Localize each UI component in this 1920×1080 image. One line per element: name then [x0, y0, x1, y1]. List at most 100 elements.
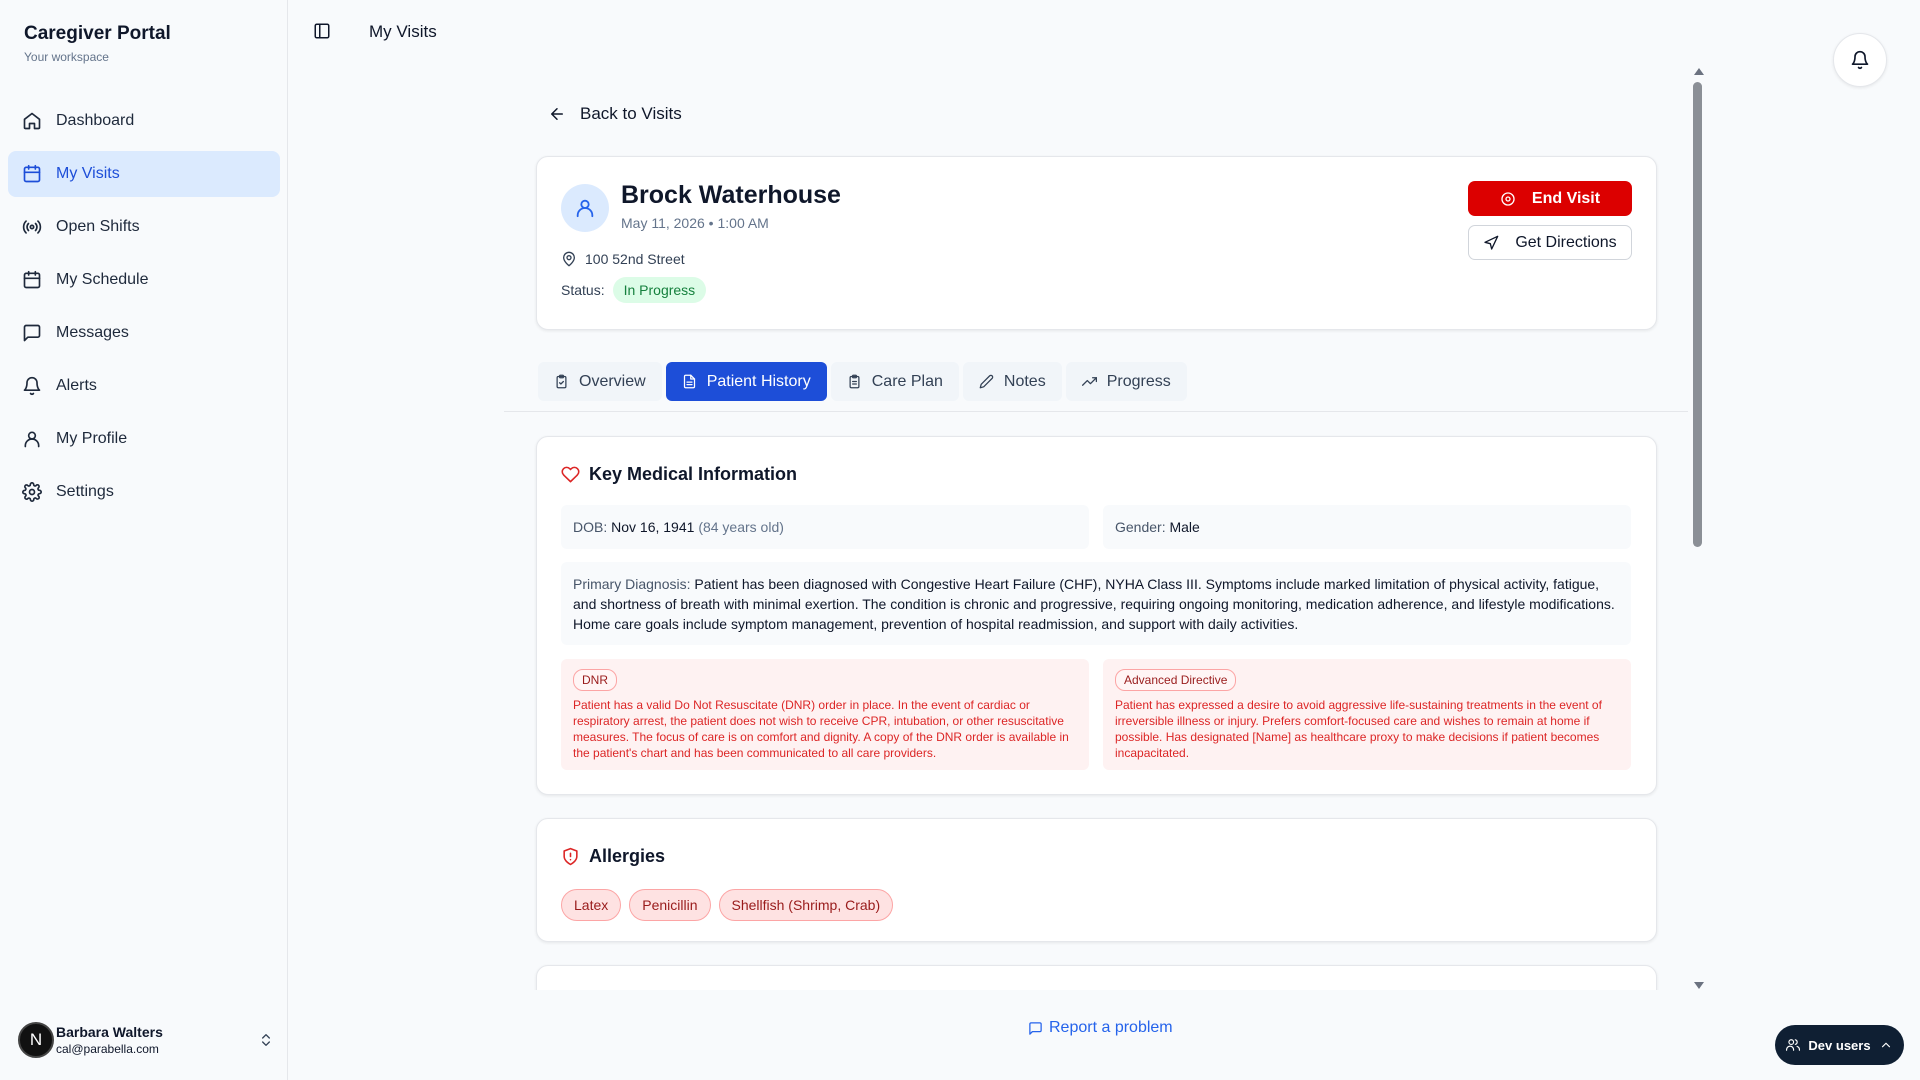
tab-notes[interactable]: Notes	[962, 362, 1062, 401]
tab-label: Notes	[1003, 372, 1046, 390]
primary-diagnosis: Primary Diagnosis: Patient has been diag…	[561, 562, 1631, 645]
allergy-chip: Shellfish (Shrimp, Crab)	[718, 889, 894, 921]
user-icon	[576, 199, 594, 218]
scroll-up-arrow-icon[interactable]	[1694, 68, 1704, 75]
scroll-down-arrow-icon[interactable]	[1694, 982, 1704, 989]
dev-users-button[interactable]: Dev users	[1775, 1025, 1904, 1065]
sidebar-item-label: My Visits	[56, 165, 120, 182]
dnr-tag: DNR	[573, 669, 617, 691]
sidebar-item-label: My Schedule	[56, 271, 149, 288]
tab-patient-history[interactable]: Patient History	[665, 362, 827, 401]
allergy-chip: Latex	[561, 889, 622, 921]
tabs: Overview Patient History Care Plan Notes…	[538, 362, 1191, 401]
tab-overview[interactable]: Overview	[538, 362, 662, 401]
gear-icon	[22, 482, 42, 502]
sidebar-item-label: Open Shifts	[56, 218, 140, 235]
main-content: Back to Visits Brock Waterhouse May 11, …	[504, 90, 1688, 990]
sidebar-item-messages[interactable]: Messages	[8, 310, 280, 356]
dnr-text: Patient has a valid Do Not Resuscitate (…	[573, 698, 1069, 760]
status-label: Status:	[561, 282, 605, 298]
clipboard-icon	[556, 374, 567, 389]
report-problem-link[interactable]: Report a problem	[1028, 1019, 1173, 1037]
notifications-button[interactable]	[1833, 33, 1887, 87]
tab-label: Progress	[1106, 372, 1171, 390]
diagnosis-label: Primary Diagnosis:	[573, 576, 691, 592]
sidebar-item-label: Settings	[56, 483, 114, 500]
tab-label: Overview	[579, 372, 646, 390]
stop-circle-icon	[1501, 191, 1515, 206]
allergy-chip: Penicillin	[629, 889, 711, 921]
tab-care-plan[interactable]: Care Plan	[830, 362, 959, 401]
sidebar-toggle-icon[interactable]	[313, 22, 331, 40]
tab-progress[interactable]: Progress	[1065, 362, 1187, 401]
diagnosis-text: Patient has been diagnosed with Congesti…	[573, 576, 1615, 632]
back-label: Back to Visits	[580, 104, 682, 123]
user-icon	[22, 429, 42, 449]
brand: Caregiver Portal Your workspace	[24, 23, 171, 64]
medical-title: Key Medical Information	[589, 464, 798, 484]
broadcast-icon	[22, 217, 42, 237]
status-badge: In Progress	[612, 277, 707, 303]
heart-icon	[561, 466, 580, 483]
map-pin-icon	[563, 251, 575, 267]
brand-title: Caregiver Portal	[24, 23, 171, 44]
back-to-visits-link[interactable]: Back to Visits	[548, 104, 682, 124]
sidebar-item-label: My Profile	[56, 430, 128, 447]
sidebar-item-my-visits[interactable]: My Visits	[8, 151, 280, 197]
dob-label: DOB:	[573, 519, 608, 535]
visit-status: Status: In Progress	[561, 277, 707, 303]
tab-bar: Overview Patient History Care Plan Notes…	[504, 362, 1688, 412]
sidebar-item-settings[interactable]: Settings	[8, 469, 280, 515]
flag-message-icon	[1029, 1021, 1042, 1035]
dob-value: Nov 16, 1941	[611, 519, 695, 535]
user-info: Barbara Walters cal@parabella.com	[56, 1024, 258, 1056]
gender-field: Gender: Male	[1103, 505, 1631, 549]
sidebar: Caregiver Portal Your workspace Dashboar…	[0, 0, 288, 1080]
users-icon	[1786, 1039, 1801, 1051]
sidebar-item-open-shifts[interactable]: Open Shifts	[8, 204, 280, 250]
user-name: Barbara Walters	[56, 1024, 163, 1040]
clipboard-list-icon	[849, 374, 860, 389]
patient-card: Brock Waterhouse May 11, 2026 • 1:00 AM …	[536, 156, 1657, 330]
user-menu[interactable]: N Barbara Walters cal@parabella.com	[18, 1022, 274, 1058]
calendar-icon	[22, 164, 42, 184]
patient-name: Brock Waterhouse	[621, 181, 841, 209]
end-visit-button[interactable]: End Visit	[1468, 181, 1632, 216]
bell-icon	[1851, 50, 1869, 70]
brand-subtitle: Your workspace	[24, 50, 109, 64]
sidebar-item-my-profile[interactable]: My Profile	[8, 416, 280, 462]
page-title: My Visits	[369, 22, 437, 41]
sidebar-item-label: Dashboard	[56, 112, 135, 129]
sidebar-item-dashboard[interactable]: Dashboard	[8, 98, 280, 144]
sidebar-item-alerts[interactable]: Alerts	[8, 363, 280, 409]
document-icon	[683, 374, 695, 389]
user-email: cal@parabella.com	[56, 1042, 159, 1056]
gender-label: Gender:	[1115, 519, 1166, 535]
card-title: Key Medical Information	[561, 464, 797, 485]
tab-label: Care Plan	[871, 372, 943, 390]
dev-users-label: Dev users	[1808, 1037, 1871, 1053]
allergies-title: Allergies	[589, 846, 666, 866]
dob-field: DOB: Nov 16, 1941 (84 years old)	[561, 505, 1089, 549]
advanced-directive-tag: Advanced Directive	[1115, 669, 1237, 691]
directions-label: Get Directions	[1515, 233, 1617, 251]
avatar: N	[18, 1022, 54, 1058]
message-icon	[22, 323, 42, 343]
dnr-alert: DNR Patient has a valid Do Not Resuscita…	[561, 659, 1089, 770]
advanced-directive-alert: Advanced Directive Patient has expressed…	[1103, 659, 1631, 770]
next-card-partial	[536, 965, 1657, 990]
calendar-icon	[22, 270, 42, 290]
end-visit-label: End Visit	[1531, 189, 1601, 207]
pencil-icon	[979, 374, 994, 389]
scrollbar-thumb[interactable]	[1693, 82, 1702, 547]
get-directions-button[interactable]: Get Directions	[1468, 225, 1632, 260]
card-title: Allergies	[561, 846, 665, 867]
key-medical-info-card: Key Medical Information DOB: Nov 16, 194…	[536, 436, 1657, 795]
sidebar-item-my-schedule[interactable]: My Schedule	[8, 257, 280, 303]
trending-up-icon	[1081, 377, 1097, 386]
navigation-icon	[1484, 235, 1499, 250]
dob-age: (84 years old)	[698, 519, 784, 535]
patient-avatar	[561, 184, 609, 232]
sidebar-nav: Dashboard My Visits Open Shifts My Sched…	[8, 98, 280, 522]
bell-icon	[22, 376, 42, 396]
